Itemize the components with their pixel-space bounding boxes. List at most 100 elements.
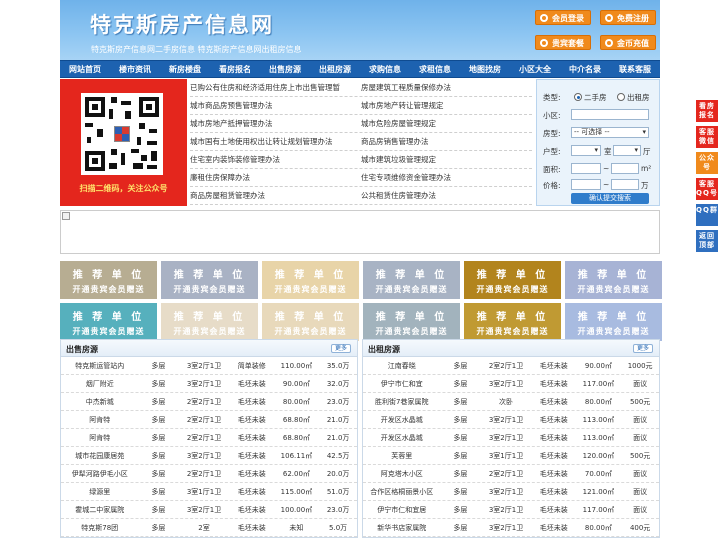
nav-new-homes[interactable]: 新房楼盘 (160, 61, 210, 77)
table-row[interactable]: 特克斯运管站内 多层 3室2厅1卫 简单装修 110.00㎡ 35.0万 (61, 357, 357, 375)
table-row[interactable]: 江南春晓 多层 2室2厅1卫 毛坯未装 90.00㎡ 1000元 (363, 357, 659, 375)
site-title[interactable]: 特克斯房产信息网 (90, 9, 274, 39)
nav-map-search[interactable]: 地图找房 (460, 61, 510, 77)
radio-rental[interactable] (617, 93, 625, 101)
policy-link[interactable]: 城市房地产转让管理规定 (361, 97, 532, 114)
radio-secondhand[interactable] (574, 93, 582, 101)
policy-link[interactable]: 城市商品房预售管理办法 (190, 97, 361, 114)
listing-name-link[interactable]: 胜利街7巷家属院 (363, 393, 440, 410)
policy-link[interactable]: 城市国有土地使用权出让转让规划管理办法 (190, 133, 361, 150)
listing-name-link[interactable]: 阿肯特 (61, 429, 138, 446)
table-row[interactable]: 伊宁市仁和宜居 多层 3室2厅1卫 毛坯未装 117.00㎡ 面议 (363, 501, 659, 519)
recommended-unit-tile[interactable]: 推 荐 单 位开通贵宾会员赠送 (363, 303, 460, 341)
listing-name-link[interactable]: 城市花园康居苑 (61, 447, 138, 464)
table-row[interactable]: 阿肯特 多层 2室2厅1卫 毛坯未装 68.80㎡ 21.0万 (61, 429, 357, 447)
listing-name-link[interactable]: 开发区水晶城 (363, 411, 440, 428)
sale-more-button[interactable]: 更多 (330, 344, 351, 353)
policy-link[interactable]: 已购公有住房和经济适用住房上市出售管理暂 (190, 79, 361, 96)
ad-banner[interactable] (60, 210, 660, 254)
listing-name-link[interactable]: 霍城二中家属院 (61, 501, 138, 518)
register-button[interactable]: 免费注册 (600, 10, 656, 25)
recommended-unit-tile[interactable]: 推 荐 单 位开通贵宾会员赠送 (262, 303, 359, 341)
recommended-unit-tile[interactable]: 推 荐 单 位开通贵宾会员赠送 (161, 303, 258, 341)
listing-name-link[interactable]: 绿源里 (61, 483, 138, 500)
vip-package-button[interactable]: 贵宾套餐 (535, 35, 591, 50)
nav-communities[interactable]: 小区大全 (510, 61, 560, 77)
table-row[interactable]: 阿克塔木小区 多层 2室2厅1卫 毛坯未装 70.00㎡ 面议 (363, 465, 659, 483)
price-min-input[interactable] (571, 179, 601, 190)
house-type-select[interactable]: -- 可选择 -- (571, 127, 649, 138)
policy-link[interactable]: 城市危险房屋管理规定 (361, 115, 532, 132)
table-row[interactable]: 绿源里 多层 3室1厅1卫 毛坯未装 115.00㎡ 51.0万 (61, 483, 357, 501)
table-row[interactable]: 开发区水晶城 多层 3室2厅1卫 毛坯未装 113.00㎡ 面议 (363, 429, 659, 447)
float-back-to-top[interactable]: 返回顶部 (696, 230, 718, 252)
table-row[interactable]: 伊宁市仁和宜 多层 3室2厅1卫 毛坯未装 117.00㎡ 面议 (363, 375, 659, 393)
policy-link[interactable]: 商品房销售管理办法 (361, 133, 532, 150)
table-row[interactable]: 芙蓉里 多层 3室1厅1卫 毛坯未装 120.00㎡ 500元 (363, 447, 659, 465)
community-input[interactable] (571, 109, 649, 120)
price-max-input[interactable] (611, 179, 639, 190)
policy-link[interactable]: 住宅专项维修资金管理办法 (361, 169, 532, 186)
area-min-input[interactable] (571, 163, 601, 174)
float-qq-group[interactable]: QQ群 (696, 204, 718, 226)
area-max-input[interactable] (611, 163, 639, 174)
table-row[interactable]: 中杰新城 多层 2室2厅1卫 毛坯未装 80.00㎡ 23.0万 (61, 393, 357, 411)
listing-name-link[interactable]: 阿肯特 (61, 411, 138, 428)
recommended-unit-tile[interactable]: 推 荐 单 位开通贵宾会员赠送 (565, 261, 662, 299)
policy-link[interactable]: 廉租住房保障办法 (190, 169, 361, 186)
table-row[interactable]: 伊犁河路伊毛小区 多层 2室2厅1卫 毛坯未装 62.00㎡ 20.0万 (61, 465, 357, 483)
table-row[interactable]: 开发区水晶城 多层 3室2厅1卫 毛坯未装 113.00㎡ 面议 (363, 411, 659, 429)
listing-name-link[interactable]: 江南春晓 (363, 357, 440, 374)
policy-link[interactable]: 城市房地产抵押管理办法 (190, 115, 361, 132)
nav-for-sale[interactable]: 出售房源 (260, 61, 310, 77)
policy-link[interactable]: 公共租赁住房管理办法 (361, 187, 532, 204)
policy-link[interactable]: 房屋建筑工程质量保修办法 (361, 79, 532, 96)
login-button[interactable]: 会员登录 (535, 10, 591, 25)
float-official-account[interactable]: 公众号 (696, 152, 718, 174)
table-row[interactable]: 城市花园康居苑 多层 3室2厅1卫 毛坯未装 106.11㎡ 42.5万 (61, 447, 357, 465)
nav-for-rent[interactable]: 出租房源 (310, 61, 360, 77)
listing-name-link[interactable]: 伊宁市仁和宜 (363, 375, 440, 392)
nav-news[interactable]: 楼市资讯 (110, 61, 160, 77)
recommended-unit-tile[interactable]: 推 荐 单 位开通贵宾会员赠送 (363, 261, 460, 299)
listing-name-link[interactable]: 伊犁河路伊毛小区 (61, 465, 138, 482)
policy-link[interactable]: 商品房屋租赁管理办法 (190, 187, 361, 204)
table-row[interactable]: 阿肯特 多层 2室2厅1卫 毛坯未装 68.80㎡ 21.0万 (61, 411, 357, 429)
nav-wanted-buy[interactable]: 求购信息 (360, 61, 410, 77)
listing-name-link[interactable]: 合作区格桐丽景小区 (363, 483, 440, 500)
recommended-unit-tile[interactable]: 推 荐 单 位开通贵宾会员赠送 (464, 303, 561, 341)
table-row[interactable]: 新华书店家属院 多层 3室2厅1卫 毛坯未装 80.00㎡ 400元 (363, 519, 659, 537)
recommended-unit-tile[interactable]: 推 荐 单 位开通贵宾会员赠送 (60, 303, 157, 341)
listing-name-link[interactable]: 开发区水晶城 (363, 429, 440, 446)
listing-name-link[interactable]: 特克斯78团 (61, 519, 138, 536)
listing-name-link[interactable]: 芙蓉里 (363, 447, 440, 464)
nav-agents[interactable]: 中介名录 (560, 61, 610, 77)
policy-link[interactable]: 住宅室内装饰装修管理办法 (190, 151, 361, 168)
recharge-button[interactable]: 金币充值 (600, 35, 656, 50)
policy-link[interactable]: 城市建筑垃圾管理规定 (361, 151, 532, 168)
float-viewing-signup[interactable]: 看房报名 (696, 100, 718, 122)
listing-name-link[interactable]: 阿克塔木小区 (363, 465, 440, 482)
nav-wanted-rent[interactable]: 求租信息 (410, 61, 460, 77)
recommended-unit-tile[interactable]: 推 荐 单 位开通贵宾会员赠送 (565, 303, 662, 341)
table-row[interactable]: 霍城二中家属院 多层 3室2厅1卫 毛坯未装 100.00㎡ 23.0万 (61, 501, 357, 519)
listing-name-link[interactable]: 伊宁市仁和宜居 (363, 501, 440, 518)
search-submit-button[interactable]: 确认提交搜索 (571, 193, 649, 204)
table-row[interactable]: 烟厂附近 多层 3室2厅1卫 毛坯未装 90.00㎡ 32.0万 (61, 375, 357, 393)
rent-more-button[interactable]: 更多 (632, 344, 653, 353)
listing-name-link[interactable]: 烟厂附近 (61, 375, 138, 392)
nav-home[interactable]: 网站首页 (60, 61, 110, 77)
recommended-unit-tile[interactable]: 推 荐 单 位开通贵宾会员赠送 (161, 261, 258, 299)
listing-name-link[interactable]: 特克斯运管站内 (61, 357, 138, 374)
nav-contact[interactable]: 联系客服 (610, 61, 660, 77)
recommended-unit-tile[interactable]: 推 荐 单 位开通贵宾会员赠送 (262, 261, 359, 299)
hall-select[interactable] (613, 145, 641, 156)
table-row[interactable]: 特克斯78团 多层 2室 毛坯未装 未知 5.0万 (61, 519, 357, 537)
float-wechat-service[interactable]: 客服微信 (696, 126, 718, 148)
recommended-unit-tile[interactable]: 推 荐 单 位开通贵宾会员赠送 (60, 261, 157, 299)
table-row[interactable]: 合作区格桐丽景小区 多层 3室2厅1卫 毛坯未装 121.00㎡ 面议 (363, 483, 659, 501)
recommended-unit-tile[interactable]: 推 荐 单 位开通贵宾会员赠送 (464, 261, 561, 299)
room-select[interactable] (571, 145, 601, 156)
nav-viewing-signup[interactable]: 看房报名 (210, 61, 260, 77)
table-row[interactable]: 胜利街7巷家属院 多层 次卧 毛坯未装 80.00㎡ 500元 (363, 393, 659, 411)
